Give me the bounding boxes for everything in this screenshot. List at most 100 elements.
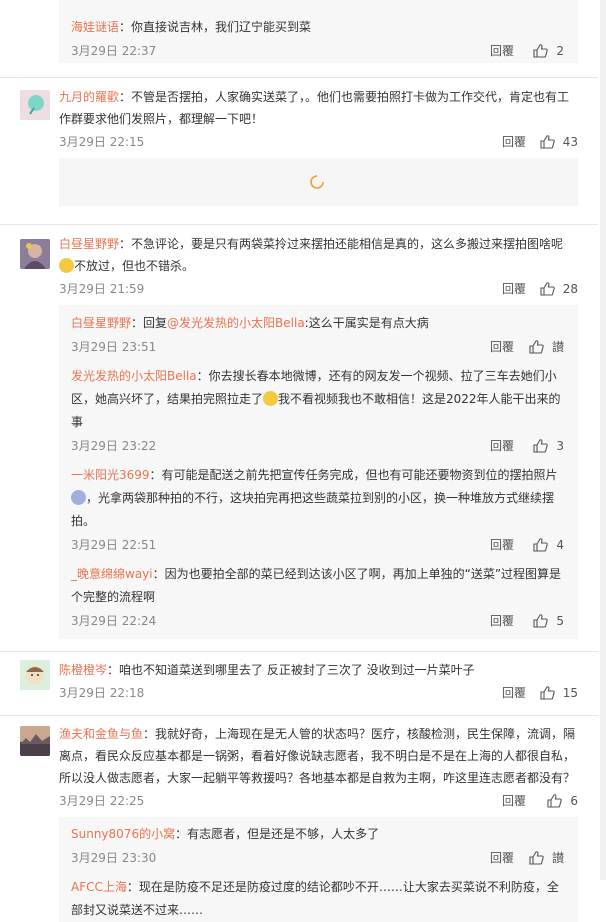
reply-username[interactable]: AFCC上海 xyxy=(71,880,127,894)
thumbs-up-icon xyxy=(529,851,544,865)
reply-item: 一米阳光3699：有可能是配送之前先把宣传任务完成，但也有可能还要物资到位的摆拍… xyxy=(71,464,578,557)
comment-username[interactable]: 渔夫和金鱼与鱼 xyxy=(59,727,143,741)
reply-button[interactable]: 回覆 xyxy=(502,789,526,813)
avatar-image xyxy=(20,90,50,120)
like-button[interactable]: 5 xyxy=(533,609,564,633)
comments-page: 海娃谜语：你直接说吉林，我们辽宁能买到菜 3月29日 22:37 回覆 2 九月… xyxy=(0,0,606,922)
thumbs-up-icon xyxy=(547,794,563,808)
surprised-emoji-icon xyxy=(71,490,86,505)
comment-item: 陈橙橙岑：咱也不知道菜送到哪里去了 反正被封了三次了 没收到过一片菜叶子 3月2… xyxy=(0,652,598,705)
avatar[interactable] xyxy=(20,239,50,269)
reply-date: 3月29日 22:51 xyxy=(71,538,157,552)
comment-date: 3月29日 22:15 xyxy=(59,135,145,149)
comment-item: 渔夫和金鱼与鱼：我就好奇，上海现在是无人管的状态吗？医疗，核酸检测，民生保障，流… xyxy=(0,716,598,813)
like-count: 讃 xyxy=(551,340,564,354)
thumbs-up-icon xyxy=(540,686,555,700)
comment-date: 3月29日 21:59 xyxy=(59,282,145,296)
comment-username[interactable]: 白昼星野野 xyxy=(59,237,119,251)
avatar-image xyxy=(20,660,50,690)
avatar-image xyxy=(20,726,50,756)
comment-item: 九月的羅歡：不管是否摆拍，人家确实送菜了，。他们也需要拍照打卡做为工作交代，肯定… xyxy=(0,78,598,154)
comment-date: 3月29日 22:18 xyxy=(59,686,145,700)
reply-item: _晚意绵绵wayi：因为也要拍全部的菜已经到达该小区了啊，再加上单独的“送菜”过… xyxy=(71,563,578,633)
reply-username[interactable]: 白昼星野野 xyxy=(71,316,131,330)
comment-text: ：不急评论，要是只有两袋菜拎过来摆拍还能相信是真的，这么多搬过来摆拍图啥呢 xyxy=(119,237,564,251)
reply-button[interactable]: 回覆 xyxy=(502,681,526,705)
like-button[interactable]: 43 xyxy=(540,130,578,154)
thumbs-up-icon xyxy=(540,282,555,296)
thumbs-up-icon xyxy=(533,614,549,628)
avatar[interactable] xyxy=(20,660,50,690)
thumbs-up-icon xyxy=(540,135,555,149)
reply-button[interactable]: 回覆 xyxy=(490,609,514,633)
comment-list: 海娃谜语：你直接说吉林，我们辽宁能买到菜 3月29日 22:37 回覆 2 九月… xyxy=(0,0,598,922)
reply-button[interactable]: 回覆 xyxy=(502,277,526,301)
like-count: 5 xyxy=(556,614,564,628)
reply-date: 3月29日 23:30 xyxy=(71,851,157,865)
reply-item: 白昼星野野：回复@发光发热的小太阳Bella:这么干属实是有点大病 3月29日 … xyxy=(71,312,578,359)
like-button[interactable]: 4 xyxy=(533,533,564,557)
reply-username[interactable]: 一米阳光3699 xyxy=(71,468,150,482)
reply-box: Sunny8076的小窝：有志愿者，但是还是不够，人太多了 3月29日 23:3… xyxy=(59,817,578,922)
thumbs-up-icon xyxy=(533,44,549,58)
reply-text: ：现在是防疫不足还是防疫过度的结论都吵不开……让大家去买菜说不利防疫，全部封又说… xyxy=(71,880,559,917)
reply-button[interactable]: 回覆 xyxy=(490,335,514,359)
reply-username[interactable]: _晚意绵绵wayi xyxy=(71,567,153,581)
loading-box xyxy=(59,158,578,206)
comment-text-continued: 不放过，但也不错杀。 xyxy=(74,259,195,273)
like-button[interactable]: 讃 xyxy=(529,335,564,359)
comment-item: 白昼星野野：不急评论，要是只有两袋菜拎过来摆拍还能相信是真的，这么多搬过来摆拍图… xyxy=(0,225,598,301)
mention-link[interactable]: @发光发热的小太阳Bella xyxy=(167,316,305,330)
reply-text: ：有志愿者，但是还是不够，人太多了 xyxy=(175,827,380,841)
like-button[interactable]: 3 xyxy=(533,434,564,458)
comment-username[interactable]: 陈橙橙岑 xyxy=(59,663,107,677)
comment-text: ：咱也不知道菜送到哪里去了 反正被封了三次了 没收到过一片菜叶子 xyxy=(107,663,475,677)
reply-text: ：回复 xyxy=(131,316,168,330)
reply-button[interactable]: 回覆 xyxy=(502,130,526,154)
scrollbar[interactable] xyxy=(600,0,606,880)
reply-text: ：你直接说吉林，我们辽宁能买到菜 xyxy=(119,20,312,34)
like-button[interactable]: 讃 xyxy=(529,846,564,870)
like-button[interactable]: 15 xyxy=(540,681,578,705)
avatar[interactable] xyxy=(20,90,50,120)
crying-emoji-icon xyxy=(263,391,279,406)
like-count: 6 xyxy=(570,794,578,808)
reply-text: ：有可能是配送之前先把宣传任务完成，但也有可能还要物资到位的摆拍照片 xyxy=(149,468,558,482)
reply-button[interactable]: 回覆 xyxy=(490,533,514,557)
reply-box: 海娃谜语：你直接说吉林，我们辽宁能买到菜 3月29日 22:37 回覆 2 xyxy=(59,0,578,63)
reply-date: 3月29日 22:24 xyxy=(71,614,157,628)
avatar[interactable] xyxy=(20,726,50,756)
comment-text: ：不管是否摆拍，人家确实送菜了，。他们也需要拍照打卡做为工作交代，肯定也有工作群… xyxy=(59,90,570,126)
comment-username[interactable]: 九月的羅歡 xyxy=(59,90,119,104)
thumbs-up-icon xyxy=(533,439,549,453)
comment-date: 3月29日 22:25 xyxy=(59,794,145,808)
reply-item: 海娃谜语：你直接说吉林，我们辽宁能买到菜 3月29日 22:37 回覆 2 xyxy=(71,16,578,63)
reply-button[interactable]: 回覆 xyxy=(490,846,514,870)
reply-box: 白昼星野野：回复@发光发热的小太阳Bella:这么干属实是有点大病 3月29日 … xyxy=(59,305,578,639)
smile-emoji-icon xyxy=(59,258,74,273)
loading-spinner-icon xyxy=(310,175,324,189)
like-count: 28 xyxy=(562,282,578,296)
reply-username[interactable]: 海娃谜语 xyxy=(71,20,119,34)
like-count: 15 xyxy=(562,686,578,700)
reply-username[interactable]: Sunny8076的小窝 xyxy=(71,827,175,841)
avatar-image xyxy=(20,239,50,269)
thumbs-up-icon xyxy=(529,340,544,354)
reply-item: 发光发热的小太阳Bella：你去搜长春本地微博，还有的网友发一个视频、拉了三车去… xyxy=(71,365,578,458)
like-count: 2 xyxy=(556,44,564,58)
reply-item: AFCC上海：现在是防疫不足还是防疫过度的结论都吵不开……让大家去买菜说不利防疫… xyxy=(71,876,578,922)
thumbs-up-icon xyxy=(533,538,549,552)
reply-date: 3月29日 23:22 xyxy=(71,439,157,453)
reply-date: 3月29日 22:37 xyxy=(71,44,157,58)
like-count: 讃 xyxy=(551,851,564,865)
like-count: 43 xyxy=(562,135,578,149)
reply-date: 3月29日 23:51 xyxy=(71,340,157,354)
like-button[interactable]: 6 xyxy=(547,789,578,813)
like-count: 4 xyxy=(556,538,564,552)
reply-text-continued: ，光拿两袋那种拍的不行，这块拍完再把这些蔬菜拉到别的小区，换一种堆放方式继续摆拍… xyxy=(71,491,555,528)
like-button[interactable]: 2 xyxy=(533,39,564,63)
reply-button[interactable]: 回覆 xyxy=(490,434,514,458)
like-button[interactable]: 28 xyxy=(540,277,578,301)
reply-username[interactable]: 发光发热的小太阳Bella xyxy=(71,369,197,383)
reply-button[interactable]: 回覆 xyxy=(490,39,514,63)
